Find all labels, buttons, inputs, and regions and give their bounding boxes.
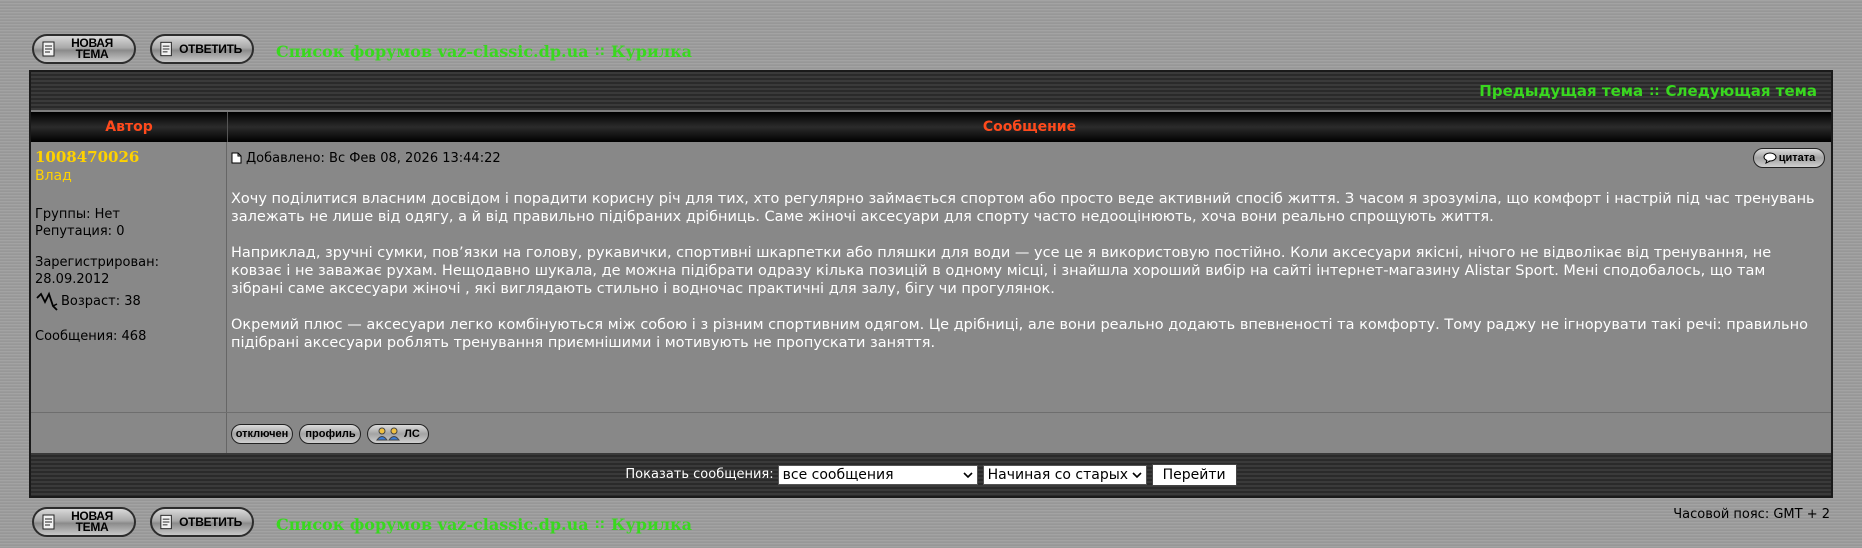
column-header-author: Автор (31, 112, 228, 142)
quote-label: цитата (1778, 152, 1816, 164)
document-icon (160, 514, 172, 530)
order-select[interactable]: Начиная со старых (982, 464, 1147, 485)
zodiac-icon (36, 291, 58, 311)
speech-bubble-icon (1763, 152, 1777, 164)
breadcrumb-current[interactable]: Курилка (611, 515, 692, 534)
post-paragraph-2-tail: , які виглядають стильно і водночас прак… (465, 281, 1055, 297)
post-author-panel: 1008470026 Влад Группы: Нет Репутация: 0… (31, 142, 227, 412)
breadcrumb: Список форумов vaz-classic.dp.ua :: Кури… (276, 42, 692, 61)
author-reputation: Репутация: 0 (35, 224, 125, 239)
breadcrumb-separator: :: (594, 43, 605, 59)
post-paragraph-3: Окремий плюс — аксесуари легко комбінуют… (231, 317, 1808, 351)
breadcrumb-separator: :: (594, 516, 605, 532)
accessories-link[interactable]: аксесуари жіночі (329, 281, 460, 297)
document-icon (42, 514, 55, 530)
post-message-panel: Добавлено: Вс Фев 08, 2026 13:44:22 цита… (227, 142, 1831, 412)
prev-topic-link[interactable]: Предыдущая тема (1479, 82, 1643, 100)
author-messages-count: Сообщения: 468 (35, 329, 147, 344)
author-title: Влад (35, 168, 72, 184)
post-paragraph-1: Хочу поділитися власним досвідом і порад… (231, 191, 1815, 225)
post-date: Добавлено: Вс Фев 08, 2026 13:44:22 (246, 150, 501, 166)
document-icon (160, 41, 172, 57)
next-topic-link[interactable]: Следующая тема (1666, 82, 1817, 100)
reply-label: ОТВЕТИТЬ (179, 514, 242, 529)
post-paragraph-2: Наприклад, зручні сумки, пов’язки на гол… (231, 244, 1815, 298)
post-body: Хочу поділитися власним досвідом і порад… (231, 190, 1827, 352)
breadcrumb-forum-list[interactable]: Список форумов vaz-classic.dp.ua (276, 42, 589, 61)
message-filter-value: все сообщения (782, 466, 894, 483)
topic-table: Предыдущая тема :: Следующая тема Автор … (29, 70, 1833, 498)
timezone-label: Часовой пояс: GMT + 2 (1673, 507, 1830, 522)
display-options-bar: Показать сообщения: все сообщения Начина… (31, 453, 1831, 496)
author-groups: Группы: Нет (35, 207, 120, 222)
author-name[interactable]: 1008470026 (35, 148, 222, 166)
users-icon (376, 427, 401, 441)
private-message-button[interactable]: ЛС (367, 424, 429, 444)
new-topic-label: НОВАЯ ТЕМА (71, 36, 113, 61)
author-registered-label: Зарегистрирован: (35, 255, 159, 270)
go-label: Перейти (1162, 466, 1226, 483)
new-topic-label: НОВАЯ ТЕМА (71, 509, 113, 534)
chevron-down-icon (963, 471, 973, 478)
breadcrumb-current[interactable]: Курилка (611, 42, 692, 61)
column-header-message: Сообщение (982, 119, 1077, 135)
pm-label: ЛС (404, 428, 420, 440)
quote-button[interactable]: цитата (1753, 148, 1825, 168)
offline-status-button[interactable]: отключен (231, 424, 293, 444)
new-topic-button-bottom[interactable]: НОВАЯ ТЕМА (32, 507, 136, 537)
topic-nav-bar: Предыдущая тема :: Следующая тема (31, 72, 1831, 110)
topic-nav-separator: :: (1649, 83, 1660, 99)
chevron-down-icon (1132, 471, 1142, 478)
post-footer-row: отключен профиль ЛС (31, 412, 1831, 453)
reply-button[interactable]: ОТВЕТИТЬ (150, 34, 254, 64)
new-topic-button[interactable]: НОВАЯ ТЕМА (32, 34, 136, 64)
order-value: Начиная со старых (987, 466, 1129, 483)
author-age: Возраст: 38 (61, 293, 141, 309)
breadcrumb-bottom: Список форумов vaz-classic.dp.ua :: Кури… (276, 515, 692, 534)
author-info: Группы: Нет Репутация: 0 Зарегистрирован… (35, 206, 222, 345)
display-label: Показать сообщения: (625, 467, 774, 482)
column-header-row: Автор Сообщение (31, 112, 1831, 142)
profile-button[interactable]: профиль (299, 424, 361, 444)
author-registered-date: 28.09.2012 (35, 272, 110, 287)
post-icon (231, 152, 242, 164)
message-filter-select[interactable]: все сообщения (777, 464, 978, 485)
reply-label: ОТВЕТИТЬ (179, 41, 242, 56)
offline-label: отключен (235, 428, 289, 440)
profile-label: профиль (305, 428, 356, 440)
go-button[interactable]: Перейти (1151, 463, 1237, 486)
breadcrumb-forum-list[interactable]: Список форумов vaz-classic.dp.ua (276, 515, 589, 534)
bottom-toolbar: НОВАЯ ТЕМА ОТВЕТИТЬ Список форумов vaz-c… (32, 505, 692, 539)
top-toolbar: НОВАЯ ТЕМА ОТВЕТИТЬ Список форумов vaz-c… (32, 32, 692, 66)
reply-button-bottom[interactable]: ОТВЕТИТЬ (150, 507, 254, 537)
document-icon (42, 41, 55, 57)
